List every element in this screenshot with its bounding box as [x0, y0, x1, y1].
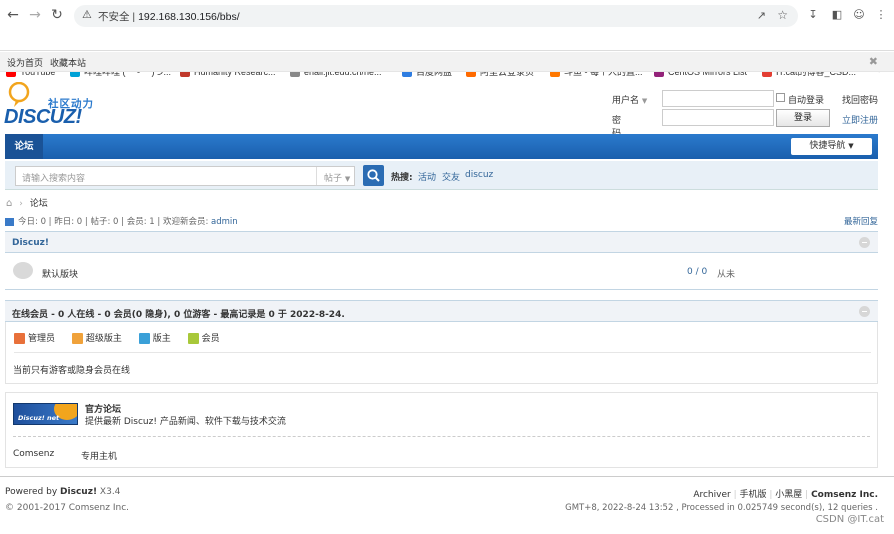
archiver-link[interactable]: Archiver: [693, 490, 730, 500]
discuz-net-badge[interactable]: Discuz! net: [13, 403, 78, 425]
forum-name-link[interactable]: 默认版块: [42, 267, 78, 280]
footer-timing: GMT+8, 2022-8-24 13:52 , Processed in 0.…: [565, 503, 878, 513]
sidebar-panel-icon[interactable]: ◧: [830, 8, 844, 22]
download-icon[interactable]: ↧: [806, 8, 820, 22]
member-icon: [187, 333, 199, 344]
warning-icon: ⚠: [82, 8, 92, 21]
friend-link[interactable]: 专用主机: [81, 449, 117, 462]
breadcrumb: ⌂ › 论坛: [6, 198, 48, 209]
search-placeholder: 请输入搜索内容: [22, 174, 86, 184]
footer-links: Archiver | 手机版 | 小黑屋 | Comsenz Inc.: [693, 490, 878, 500]
hot-term-link[interactable]: 活动: [418, 170, 436, 183]
online-note: 当前只有游客或隐身会员在线: [13, 366, 131, 376]
star-icon[interactable]: ☆: [777, 8, 788, 22]
forum-stats: 今日: 0 | 昨日: 0 | 帖子: 0 | 会员: 1 | 欢迎新会员: a…: [5, 215, 878, 227]
badge-text: Discuz! net: [18, 414, 60, 422]
legend-admin: 管理员: [14, 333, 55, 344]
footer-powered: Powered by Discuz! X3.4: [5, 487, 121, 497]
collapse-icon[interactable]: [859, 306, 870, 317]
stats-chart-icon: [5, 217, 14, 226]
discuz-logo[interactable]: 社区动力 DISCUZ!: [4, 81, 104, 130]
category-title[interactable]: Discuz!: [12, 238, 49, 248]
legend-super-moderator: 超级版主: [71, 333, 122, 344]
login-button[interactable]: 登录: [776, 109, 830, 127]
chevron-down-icon: ▼: [641, 97, 648, 105]
forum-row: 默认版块 0 / 0 从未: [5, 254, 878, 290]
moderator-icon: [138, 333, 150, 344]
search-icon: [367, 169, 380, 182]
forum-bubble-icon: [13, 262, 33, 279]
main-nav: 论坛 快捷导航 ▼: [5, 134, 878, 159]
official-forum-desc: 提供最新 Discuz! 产品新闻、软件下载与技术交流: [85, 417, 286, 427]
csdn-watermark: CSDN @IT.cat: [815, 514, 884, 525]
mobile-link[interactable]: 手机版: [739, 490, 766, 500]
legend-moderator: 版主: [138, 333, 171, 344]
username-input[interactable]: [662, 90, 774, 107]
bookmark-site-link[interactable]: 收藏本站: [50, 56, 86, 69]
search-button[interactable]: [363, 165, 384, 186]
find-password-link[interactable]: 找回密码: [842, 93, 878, 106]
auto-login-label: 自动登录: [788, 96, 825, 106]
friend-links-box: Discuz! net 官方论坛 提供最新 Discuz! 产品新闻、软件下载与…: [5, 392, 878, 468]
stats-text: 今日: 0 | 昨日: 0 | 帖子: 0 | 会员: 1 | 欢迎新会员:: [18, 217, 212, 227]
forum-last-post: 从未: [717, 270, 736, 280]
home-icon[interactable]: ⌂: [6, 198, 12, 209]
hot-term-link[interactable]: discuz: [465, 170, 493, 180]
url-text: 192.168.130.156/bbs/: [138, 11, 240, 23]
new-member-link[interactable]: admin: [211, 217, 238, 227]
online-header: 在线会员 - 0 人在线 - 0 会员(0 隐身), 0 位游客 - 最高记录是…: [5, 300, 878, 322]
browser-toolbar: ← → ↻ ⚠ 不安全 | 192.168.130.156/bbs/ ↗ ☆ ↧…: [0, 0, 894, 31]
password-input[interactable]: [662, 109, 774, 126]
tab-forum[interactable]: 论坛: [5, 134, 43, 159]
forward-arrow-icon[interactable]: →: [26, 6, 44, 24]
footer-divider: [0, 476, 894, 477]
online-title[interactable]: 在线会员 - 0 人在线 - 0 会员(0 隐身), 0 位游客 - 最高记录是…: [12, 307, 345, 320]
forum-counts: 0 / 0: [687, 267, 708, 277]
bookmarks-bar: YouTube 哔哩哔哩 ( ゜- ゜)つ... Humanity Resear…: [0, 31, 894, 77]
menu-icon[interactable]: ⋮: [874, 8, 888, 22]
search-bar: 请输入搜索内容 帖子 ▼ 热搜: 活动 交友 discuz: [5, 161, 878, 190]
category-header: Discuz!: [5, 231, 878, 253]
site-topbar: 设为首页 收藏本站 ✖: [0, 52, 894, 72]
reload-icon[interactable]: ↻: [48, 6, 66, 24]
logo-wordmark: DISCUZ!: [4, 106, 82, 128]
footer-copyright: © 2001-2017 Comsenz Inc.: [5, 503, 130, 513]
address-bar[interactable]: ⚠ 不安全 | 192.168.130.156/bbs/ ↗ ☆: [74, 5, 798, 27]
set-home-link[interactable]: 设为首页: [7, 56, 43, 69]
admin-icon: [14, 333, 25, 344]
legend-member: 会员: [187, 333, 220, 344]
caret-down-icon: ▼: [848, 142, 854, 150]
register-link[interactable]: 立即注册: [842, 113, 878, 126]
online-legend: 管理员 超级版主 版主 会员: [14, 331, 220, 344]
blackroom-link[interactable]: 小黑屋: [775, 490, 802, 500]
online-body: 管理员 超级版主 版主 会员 当前只有游客或隐身会员在线: [5, 322, 878, 384]
product-link[interactable]: Discuz!: [60, 487, 97, 497]
divider: [13, 436, 870, 437]
search-type-select[interactable]: 帖子 ▼: [324, 171, 350, 184]
latest-reply-link[interactable]: 最新回复: [844, 215, 878, 227]
profile-icon[interactable]: ☺: [852, 8, 866, 22]
auto-login-checkbox[interactable]: [776, 93, 785, 102]
divider: [14, 352, 871, 353]
security-label: 不安全: [98, 11, 130, 23]
collapse-icon[interactable]: [859, 237, 870, 248]
search-input[interactable]: 请输入搜索内容 帖子 ▼: [15, 166, 355, 186]
super-moderator-icon: [71, 333, 83, 344]
breadcrumb-current[interactable]: 论坛: [30, 199, 48, 209]
hot-search-label: 热搜:: [391, 173, 413, 183]
username-label[interactable]: 用户名 ▼: [612, 93, 647, 106]
friend-link[interactable]: Comsenz: [13, 449, 54, 459]
share-icon[interactable]: ↗: [757, 9, 766, 22]
back-arrow-icon[interactable]: ←: [4, 6, 22, 24]
collapse-icon[interactable]: ✖: [869, 55, 878, 68]
hot-term-link[interactable]: 交友: [442, 170, 460, 183]
quick-nav-button[interactable]: 快捷导航 ▼: [791, 138, 872, 155]
comsenz-link[interactable]: Comsenz Inc.: [811, 490, 878, 500]
